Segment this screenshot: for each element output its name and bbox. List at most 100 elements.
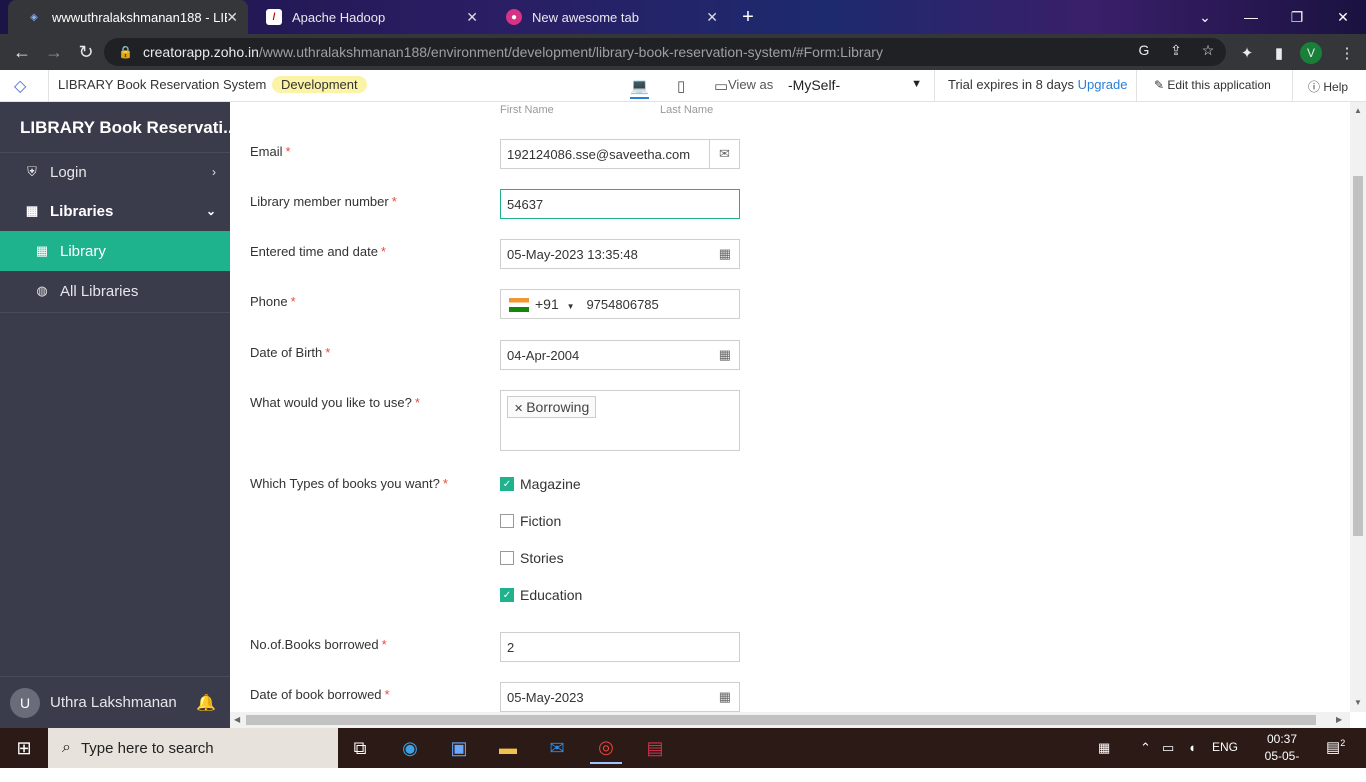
scroll-up-arrow-icon[interactable]: ▲ [1354,106,1362,115]
browser-menu-icon[interactable]: ⋮ [1336,42,1358,64]
required-marker: * [442,476,448,491]
url-field[interactable]: 🔒 creatorapp.zoho.in/www.uthralakshmanan… [104,38,1226,66]
back-button[interactable]: ← [10,40,34,64]
sidebar-item-library[interactable]: ▦ Library [0,231,230,271]
mobile-view-icon[interactable]: ▯ [677,77,685,95]
side-panel-icon[interactable]: ▮ [1268,42,1290,64]
vertical-scroll-thumb[interactable] [1353,176,1363,536]
zoho-creator-logo-icon[interactable]: ◇ [14,76,26,96]
view-as-value: -MySelf- [788,77,841,93]
tab-search-chevron-icon[interactable]: ⌄ [1182,0,1228,34]
books-borrowed-field[interactable]: 2 [500,632,740,662]
edit-application-button[interactable]: ✎ Edit this application [1154,78,1271,92]
profile-avatar[interactable]: V [1300,42,1322,64]
use-multiselect[interactable]: ✕ Borrowing [500,390,740,451]
chrome-icon[interactable]: ◎ [590,732,622,764]
sidebar-item-label: Libraries [50,202,114,220]
books-borrowed-label: No.of.Books borrowed * [250,637,387,652]
checkbox-unchecked-icon[interactable] [500,551,514,565]
winrar-icon[interactable]: ▤ [639,732,671,764]
help-button[interactable]: ⓘ Help [1308,78,1348,95]
close-tab-icon[interactable]: ✕ [226,9,238,26]
required-marker: * [325,345,331,360]
minimize-button[interactable]: — [1228,0,1274,34]
remove-tag-icon[interactable]: ✕ [514,403,523,415]
scroll-down-arrow-icon[interactable]: ▼ [1354,698,1362,707]
upgrade-link[interactable]: Upgrade [1078,77,1128,92]
view-as-dropdown[interactable]: -MySelf- ▼ [778,73,928,99]
speaker-icon[interactable]: ◖ [1188,740,1196,755]
share-icon[interactable]: ⇪ [1166,40,1186,60]
keyboard-icon[interactable]: ▦ [1098,740,1110,756]
checkbox-unchecked-icon[interactable] [500,514,514,528]
sidebar-item-login[interactable]: ⛨ Login › [0,152,230,192]
horizontal-scrollbar[interactable]: ◀ ▶ [230,712,1350,728]
country-code: +91 [535,296,559,312]
notification-center-icon[interactable]: ▤2 [1326,738,1345,756]
zoho-creator-icon: ◈ [30,11,38,23]
windows-start-icon[interactable]: ⊞ [0,728,48,768]
app-name: LIBRARY Book Reservation System [58,77,267,92]
email-field[interactable]: 192124086.sse@saveetha.com ✉ [500,139,740,169]
desktop-view-icon[interactable]: 💻 [630,77,649,99]
phone-field[interactable]: +91 ▼ 9754806785 [500,289,740,319]
scroll-right-arrow-icon[interactable]: ▶ [1336,715,1342,724]
reload-button[interactable]: ↻ [74,40,98,64]
country-code-selector[interactable]: +91 ▼ [509,296,586,313]
forward-button[interactable]: → [42,40,66,64]
close-tab-icon[interactable]: ✕ [466,9,478,26]
hadoop-icon: / [266,9,282,25]
system-clock[interactable]: 00:37 05-05-2023 [1252,731,1312,782]
bookmark-star-icon[interactable]: ☆ [1198,40,1218,60]
sidebar-item-libraries[interactable]: ▦ Libraries ⌄ [0,191,230,231]
chevron-down-icon: ⌄ [205,204,216,218]
member-number-field[interactable]: 54637 [500,189,740,219]
task-view-icon[interactable]: ⧉ [344,732,376,764]
checkbox-magazine[interactable]: ✓ Magazine [500,476,581,492]
email-label: Email * [250,144,291,159]
horizontal-scroll-thumb[interactable] [246,715,1316,725]
close-tab-icon[interactable]: ✕ [706,9,718,26]
bell-icon[interactable]: 🔔 [196,693,216,713]
avatar[interactable]: U [10,687,40,718]
calendar-icon[interactable]: ▦ [719,689,731,705]
restore-button[interactable]: ❐ [1274,0,1320,34]
vertical-scrollbar[interactable]: ▲ ▼ [1350,102,1366,712]
checkbox-checked-icon[interactable]: ✓ [500,588,514,602]
last-name-sublabel: Last Name [660,104,714,116]
taskbar-search[interactable]: ⌕ Type here to search [48,728,338,768]
scroll-left-arrow-icon[interactable]: ◀ [234,715,240,724]
calendar-icon[interactable]: ▦ [719,347,731,363]
dob-field[interactable]: 04-Apr-2004 ▦ [500,340,740,370]
tab-hadoop[interactable]: / Apache Hadoop ✕ [248,0,488,34]
tab-library[interactable]: ◈ wwwuthralakshmanan188 - LIBRA ✕ [8,0,248,34]
google-icon[interactable]: G [1134,40,1154,60]
search-icon: ⌕ [62,739,71,756]
close-window-button[interactable]: ✕ [1320,0,1366,34]
network-icon[interactable]: ▭ [1162,740,1174,756]
checkbox-checked-icon[interactable]: ✓ [500,477,514,491]
show-hidden-icons-icon[interactable]: ⌃ [1140,740,1151,756]
environment-badge[interactable]: Development [272,76,367,93]
checkbox-label: Fiction [520,513,562,529]
store-icon[interactable]: ▣ [443,732,475,764]
language-indicator[interactable]: ENG [1212,740,1238,754]
tab-new[interactable]: ● New awesome tab ✕ [488,0,728,34]
calendar-icon[interactable]: ▦ [719,246,731,262]
extensions-icon[interactable]: ✦ [1236,42,1258,64]
mail-icon[interactable]: ✉ [541,732,573,764]
file-explorer-icon[interactable]: ▬ [492,732,524,764]
envelope-icon: ✉ [709,140,739,168]
member-number-label: Library member number * [250,194,397,209]
checkbox-education[interactable]: ✓ Education [500,587,582,603]
tablet-view-icon[interactable]: ▭ [714,77,728,95]
entered-time-field[interactable]: 05-May-2023 13:35:48 ▦ [500,239,740,269]
checkbox-fiction[interactable]: Fiction [500,513,561,529]
date-borrowed-field[interactable]: 05-May-2023 ▦ [500,682,740,712]
clock-time: 00:37 [1266,732,1298,746]
sidebar-item-all-libraries[interactable]: ◍ All Libraries [0,271,230,311]
checkbox-stories[interactable]: Stories [500,550,564,566]
label-text: Entered time and date [250,244,378,259]
new-tab-button[interactable]: + [730,0,766,34]
edge-icon[interactable]: ◉ [394,732,426,764]
